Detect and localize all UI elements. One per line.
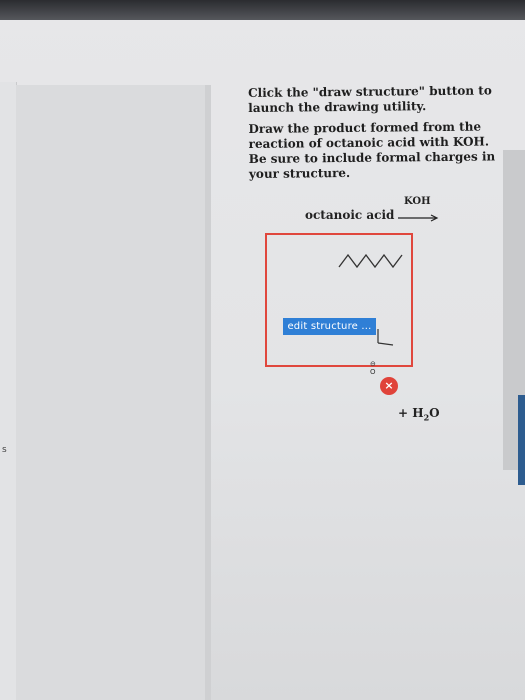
left-sidebar: s: [0, 82, 17, 700]
question-instructions: Click the "draw structure" button to lau…: [248, 83, 504, 188]
edit-structure-button[interactable]: edit structure ...: [283, 318, 376, 335]
right-accent-strip[interactable]: [518, 395, 525, 485]
sidebar-mark: s: [2, 445, 7, 455]
close-icon[interactable]: ×: [380, 377, 398, 395]
reagent-label: KOH: [404, 196, 431, 207]
byproduct-water: + H2O: [398, 406, 440, 423]
carboxylate-structure-icon: [338, 253, 403, 346]
product-structure-box[interactable]: edit structure ...: [265, 233, 413, 367]
formal-charge-label: ⊖ O: [370, 360, 376, 376]
reaction-arrow-icon: [398, 214, 439, 222]
left-panel-edge: [205, 85, 211, 700]
instruction-line-2: Draw the product formed from the reactio…: [248, 119, 496, 181]
left-panel: [16, 85, 210, 700]
instruction-line-1: Click the "draw structure" button to lau…: [248, 83, 492, 115]
top-dark-bar: [0, 0, 525, 20]
reactant-label: octanoic acid: [305, 208, 395, 222]
